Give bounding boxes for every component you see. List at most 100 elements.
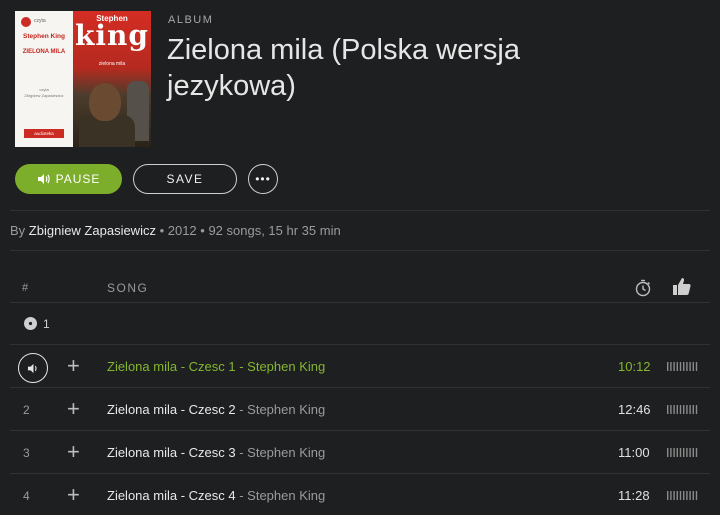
track-artist: Stephen King xyxy=(247,402,326,417)
popularity-bar xyxy=(667,491,698,500)
album-type-label: ALBUM xyxy=(168,14,214,26)
popularity-tick xyxy=(667,362,669,371)
popularity-tick xyxy=(667,491,669,500)
popularity-tick xyxy=(679,405,682,414)
popularity-tick xyxy=(686,448,688,457)
divider xyxy=(10,302,710,303)
add-icon[interactable]: + xyxy=(67,441,80,463)
cover-publisher-text: czyta xyxy=(34,18,46,24)
popularity-bar xyxy=(667,405,698,414)
popularity-tick xyxy=(679,491,682,500)
add-icon[interactable]: + xyxy=(67,355,80,377)
track-duration: 11:00 xyxy=(618,445,650,460)
popularity-tick xyxy=(667,405,669,414)
artist-link[interactable]: Zbigniew Zapasiewicz xyxy=(29,223,156,238)
column-header-song[interactable]: SONG xyxy=(107,281,148,295)
popularity-tick xyxy=(689,448,691,457)
track-duration: 11:28 xyxy=(618,488,650,503)
cover-author: Stephen King xyxy=(23,33,65,40)
track-duration: 10:12 xyxy=(618,359,651,374)
track-title[interactable]: Zielona mila - Czesc 1 - Stephen King xyxy=(107,359,325,374)
divider xyxy=(10,250,710,251)
popularity-tick xyxy=(670,405,672,414)
now-playing-button[interactable] xyxy=(18,353,48,383)
popularity-tick xyxy=(670,448,672,457)
speaker-icon xyxy=(27,363,37,373)
popularity-tick xyxy=(689,362,691,371)
publisher-logo xyxy=(21,17,31,27)
track-title[interactable]: Zielona mila - Czesc 2 - Stephen King xyxy=(107,402,325,417)
more-options-button[interactable]: ••• xyxy=(248,164,278,194)
track-number: 3 xyxy=(23,446,30,460)
track-artist: Stephen King xyxy=(247,445,326,460)
popularity-bar xyxy=(667,448,698,457)
pause-label: PAUSE xyxy=(55,172,101,186)
cover-badge: audioteka xyxy=(24,129,64,138)
popularity-tick xyxy=(676,491,678,500)
album-title: Zielona mila (Polska wersja jezykowa) xyxy=(167,34,520,102)
popularity-thumbs-up-icon[interactable] xyxy=(672,277,692,296)
column-header-number[interactable]: # xyxy=(22,282,28,294)
popularity-tick xyxy=(695,448,698,457)
cover-figure-face xyxy=(89,83,121,121)
popularity-tick xyxy=(683,448,685,457)
cover-title: ZIELONA MILA xyxy=(22,49,66,55)
add-icon[interactable]: + xyxy=(67,398,80,420)
popularity-tick xyxy=(670,491,672,500)
duration-clock-icon[interactable] xyxy=(634,279,652,297)
pause-button[interactable]: PAUSE xyxy=(15,164,122,194)
album-cover[interactable]: czyta Stephen King ZIELONA MILA czyta Zbi… xyxy=(15,11,151,147)
meta-details: • 2012 • 92 songs, 15 hr 35 min xyxy=(155,223,341,238)
popularity-tick xyxy=(686,362,688,371)
popularity-tick xyxy=(673,448,675,457)
meta-by: By xyxy=(10,223,26,238)
popularity-tick xyxy=(692,405,694,414)
table-row[interactable]: 2 + Zielona mila - Czesc 2 - Stephen Kin… xyxy=(10,389,710,431)
popularity-tick xyxy=(676,405,678,414)
table-row[interactable]: + Zielona mila - Czesc 1 - Stephen King … xyxy=(10,346,710,388)
cover-left-panel xyxy=(15,11,71,147)
divider xyxy=(10,430,710,431)
popularity-tick xyxy=(695,491,698,500)
popularity-tick xyxy=(683,405,685,414)
popularity-tick xyxy=(689,405,691,414)
popularity-tick xyxy=(686,405,688,414)
popularity-tick xyxy=(686,491,688,500)
divider xyxy=(10,387,710,388)
track-title[interactable]: Zielona mila - Czesc 4 - Stephen King xyxy=(107,488,325,503)
track-number: 2 xyxy=(23,403,30,417)
popularity-tick xyxy=(689,491,691,500)
more-icon: ••• xyxy=(255,172,271,186)
track-title[interactable]: Zielona mila - Czesc 3 - Stephen King xyxy=(107,445,325,460)
track-artist: Stephen King xyxy=(247,488,326,503)
table-row[interactable]: 4 + Zielona mila - Czesc 4 - Stephen Kin… xyxy=(10,475,710,515)
popularity-tick xyxy=(679,362,682,371)
popularity-tick xyxy=(692,491,694,500)
divider xyxy=(10,473,710,474)
popularity-tick xyxy=(679,448,682,457)
popularity-tick xyxy=(695,362,698,371)
cover-reader: czyta Zbigniew Zapasiewicz xyxy=(24,87,64,98)
add-icon[interactable]: + xyxy=(67,484,80,506)
album-meta: By Zbigniew Zapasiewicz • 2012 • 92 song… xyxy=(10,223,341,238)
table-row[interactable]: 3 + Zielona mila - Czesc 3 - Stephen Kin… xyxy=(10,432,710,474)
save-button[interactable]: SAVE xyxy=(133,164,237,194)
popularity-tick xyxy=(667,448,669,457)
popularity-tick xyxy=(683,491,685,500)
popularity-tick xyxy=(695,405,698,414)
cover-book-title: zielona mila xyxy=(98,61,126,67)
disc-icon xyxy=(24,317,37,330)
popularity-tick xyxy=(683,362,685,371)
cover-big-title: king xyxy=(75,19,149,52)
popularity-tick xyxy=(692,448,694,457)
popularity-tick xyxy=(676,448,678,457)
popularity-tick xyxy=(676,362,678,371)
popularity-tick xyxy=(670,362,672,371)
popularity-tick xyxy=(673,362,675,371)
track-artist: Stephen King xyxy=(247,359,326,374)
divider xyxy=(10,210,710,211)
track-duration: 12:46 xyxy=(618,402,651,417)
disc-number: 1 xyxy=(43,317,50,331)
speaker-icon xyxy=(37,174,50,184)
popularity-tick xyxy=(673,405,675,414)
